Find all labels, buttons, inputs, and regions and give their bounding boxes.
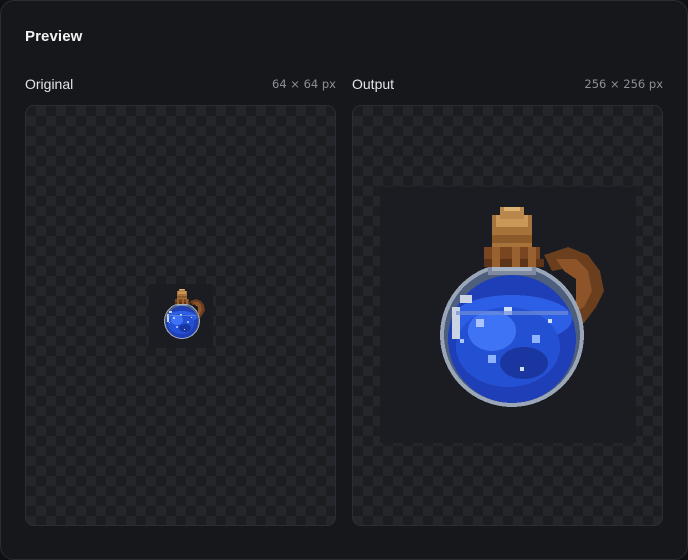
original-preview-pane	[25, 105, 336, 526]
output-header: Output 256 × 256 px	[352, 75, 663, 93]
preview-panel: Preview Original 64 × 64 px Output 256 ×…	[0, 0, 688, 560]
output-image	[380, 187, 636, 443]
potion-sprite-icon	[149, 284, 213, 348]
original-dimensions: 64 × 64 px	[272, 77, 336, 91]
output-label: Output	[352, 76, 395, 92]
panel-title: Preview	[25, 28, 83, 45]
original-image	[149, 284, 213, 348]
output-preview-pane	[352, 105, 663, 526]
output-dimensions: 256 × 256 px	[584, 77, 663, 91]
original-header: Original 64 × 64 px	[25, 75, 336, 93]
potion-sprite-icon	[380, 187, 636, 443]
original-label: Original	[25, 76, 74, 92]
